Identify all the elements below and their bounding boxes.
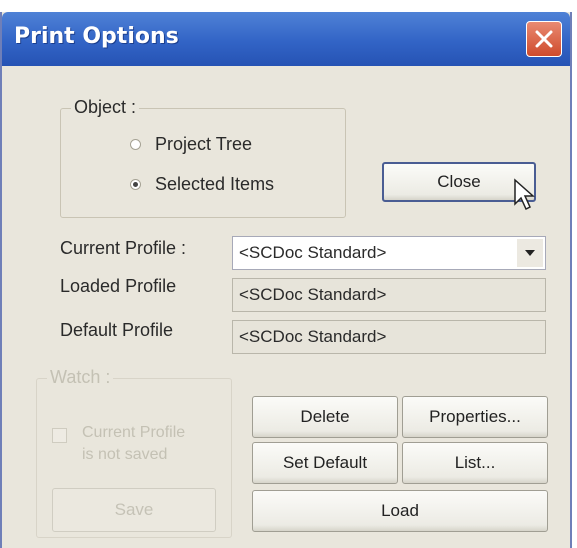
set-default-button[interactable]: Set Default — [252, 442, 398, 484]
window-close-button[interactable] — [526, 21, 562, 57]
radio-button-checked[interactable] — [130, 179, 141, 190]
title-bar[interactable]: Print Options — [2, 12, 570, 66]
loaded-profile-value: <SCDoc Standard> — [239, 285, 387, 304]
current-profile-value: <SCDoc Standard> — [239, 243, 387, 262]
default-profile-field: <SCDoc Standard> — [232, 320, 546, 354]
checkbox-label-line1: Current Profile — [82, 424, 186, 441]
dropdown-arrow-button[interactable] — [517, 239, 543, 267]
watch-group-label: Watch : — [47, 367, 114, 388]
current-profile-label: Current Profile : — [60, 238, 187, 258]
object-group: Object : — [60, 97, 346, 218]
current-profile-select[interactable]: <SCDoc Standard> — [232, 236, 546, 270]
checkbox-label-line2: is not saved — [82, 446, 168, 463]
properties-button[interactable]: Properties... — [402, 396, 548, 438]
print-options-dialog: Print Options Object : Project Tree Sele… — [0, 12, 572, 548]
object-group-label: Object : — [71, 97, 140, 118]
default-profile-value: <SCDoc Standard> — [239, 327, 387, 346]
radio-selected-items[interactable]: Selected Items — [130, 174, 274, 195]
default-profile-label: Default Profile — [60, 320, 174, 340]
window-title: Print Options — [14, 24, 179, 49]
current-profile-not-saved-checkbox[interactable] — [52, 428, 67, 443]
delete-button[interactable]: Delete — [252, 396, 398, 438]
radio-project-tree[interactable]: Project Tree — [130, 134, 252, 155]
save-button[interactable]: Save — [52, 488, 216, 532]
loaded-profile-field: <SCDoc Standard> — [232, 278, 546, 312]
chevron-down-icon — [525, 250, 535, 256]
load-button[interactable]: Load — [252, 490, 548, 532]
mouse-pointer-icon — [514, 178, 535, 211]
loaded-profile-label: Loaded Profile — [60, 276, 177, 296]
list-button[interactable]: List... — [402, 442, 548, 484]
radio-label-selected-items: Selected Items — [155, 174, 275, 194]
close-icon — [535, 30, 553, 48]
radio-button[interactable] — [130, 139, 141, 150]
radio-label-project-tree: Project Tree — [155, 134, 253, 154]
